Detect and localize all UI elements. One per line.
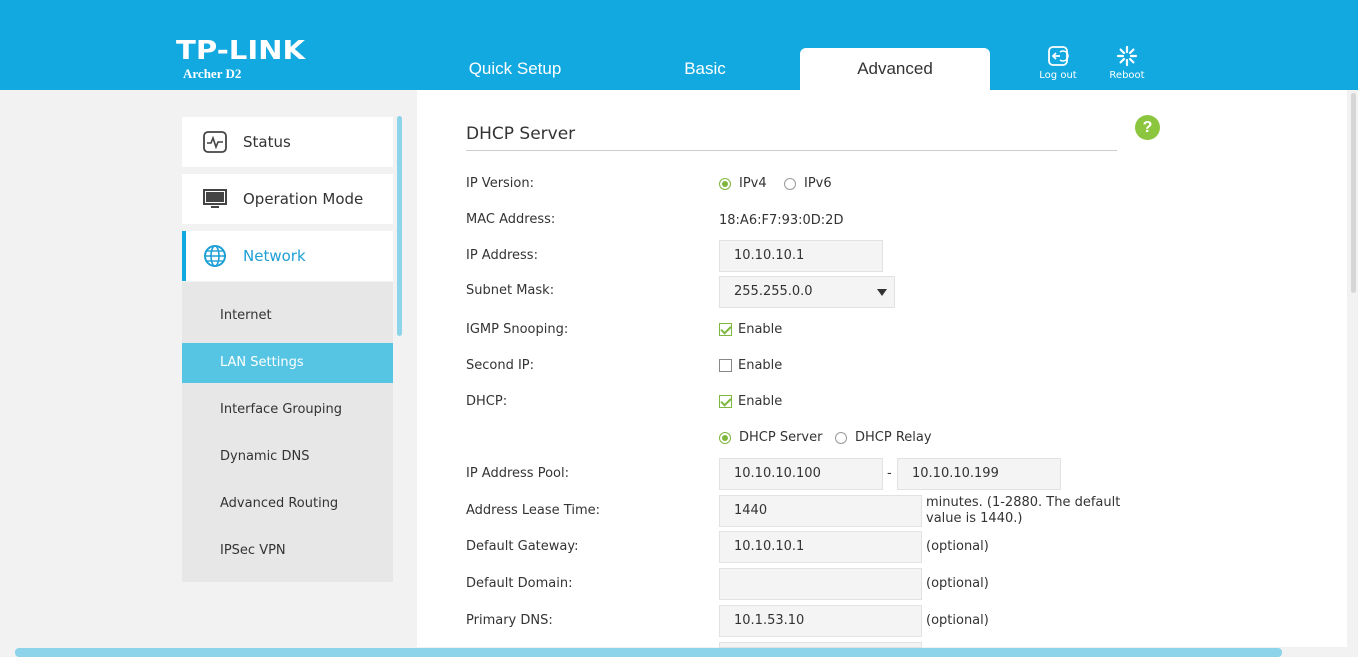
subnet-mask-label: Subnet Mask:	[466, 283, 555, 298]
reboot-button[interactable]: Reboot	[1097, 45, 1157, 81]
primary-dns-input[interactable]: 10.1.53.10	[719, 605, 922, 637]
subnav-item-dynamic-dns[interactable]: Dynamic DNS	[182, 437, 393, 477]
ip-pool-label: IP Address Pool:	[466, 466, 569, 481]
igmp-snooping-label: IGMP Snooping:	[466, 322, 569, 337]
logout-button[interactable]: Log out	[1028, 45, 1088, 81]
second-ip-enable-label: Enable	[738, 358, 783, 373]
ipv4-radio[interactable]	[719, 178, 731, 190]
ip-pool-start-input[interactable]: 10.10.10.100	[719, 458, 883, 490]
mac-address-label: MAC Address:	[466, 212, 556, 227]
dhcp-label: DHCP:	[466, 394, 508, 409]
model-name: Archer D2	[183, 66, 242, 81]
main-panel	[417, 90, 1347, 647]
chevron-down-icon	[877, 289, 887, 296]
second-ip-label: Second IP:	[466, 358, 535, 373]
primary-dns-label: Primary DNS:	[466, 613, 553, 628]
igmp-enable-label: Enable	[738, 322, 783, 337]
ipv6-radio[interactable]	[784, 178, 796, 190]
subnet-mask-select[interactable]: 255.255.0.0	[719, 276, 895, 308]
ip-address-label: IP Address:	[466, 248, 538, 263]
tab-advanced[interactable]: Advanced	[800, 48, 990, 90]
subnav-item-ipsec-vpn[interactable]: IPSec VPN	[182, 531, 393, 571]
tab-quick-setup[interactable]: Quick Setup	[420, 48, 610, 90]
sidebar-item-network[interactable]: Network	[182, 231, 393, 281]
sidebar-item-label: Network	[243, 247, 306, 265]
help-icon[interactable]: ?	[1135, 115, 1160, 140]
globe-icon	[203, 244, 227, 268]
ipv4-label: IPv4	[739, 176, 767, 191]
lease-time-label: Address Lease Time:	[466, 503, 600, 518]
ipv6-label: IPv6	[804, 176, 832, 191]
tab-basic[interactable]: Basic	[610, 48, 800, 90]
lease-time-note-1: minutes. (1-2880. The default	[926, 495, 1121, 510]
ip-pool-dash: -	[887, 466, 892, 481]
default-gateway-input[interactable]: 10.10.10.1	[719, 531, 922, 563]
sidebar-item-label: Status	[243, 133, 291, 151]
second-ip-checkbox[interactable]	[719, 359, 732, 372]
title-divider	[466, 150, 1117, 151]
ip-address-input[interactable]: 10.10.10.1	[719, 240, 883, 272]
subnav-item-internet[interactable]: Internet	[182, 296, 393, 336]
domain-optional-label: (optional)	[926, 576, 989, 591]
sidebar-item-status[interactable]: Status	[182, 117, 393, 167]
subnav-item-interface-grouping[interactable]: Interface Grouping	[182, 390, 393, 430]
sidebar-item-label: Operation Mode	[243, 190, 364, 208]
status-icon	[203, 130, 227, 154]
logout-icon	[1048, 46, 1069, 66]
dhcp-relay-label: DHCP Relay	[855, 430, 932, 445]
horizontal-scrollbar[interactable]	[15, 648, 1282, 657]
ip-pool-end-input[interactable]: 10.10.10.199	[897, 458, 1061, 490]
dhcp-server-radio[interactable]	[719, 432, 731, 444]
mac-address-value: 18:A6:F7:93:0D:2D	[719, 213, 844, 228]
reboot-label: Reboot	[1109, 70, 1145, 81]
gateway-optional-label: (optional)	[926, 539, 989, 554]
subnav-item-lan-settings[interactable]: LAN Settings	[182, 343, 393, 383]
tp-link-logo: TP-LINK	[176, 36, 306, 66]
default-gateway-label: Default Gateway:	[466, 539, 579, 554]
default-domain-input[interactable]	[719, 568, 922, 600]
sidebar-item-operation-mode[interactable]: Operation Mode	[182, 174, 393, 224]
dhcp-checkbox[interactable]	[719, 395, 732, 408]
network-subnav: Internet LAN Settings Interface Grouping…	[182, 282, 393, 582]
default-domain-label: Default Domain:	[466, 576, 573, 591]
dhcp-enable-label: Enable	[738, 394, 783, 409]
main-scrollbar[interactable]	[1351, 93, 1356, 293]
ip-version-label: IP Version:	[466, 176, 534, 191]
monitor-icon	[203, 187, 227, 211]
sidebar-scrollbar[interactable]	[397, 116, 402, 336]
subnav-item-advanced-routing[interactable]: Advanced Routing	[182, 484, 393, 524]
reboot-icon	[1116, 45, 1138, 67]
igmp-snooping-checkbox[interactable]	[719, 323, 732, 336]
dhcp-relay-radio[interactable]	[835, 432, 847, 444]
dhcp-server-label: DHCP Server	[739, 430, 823, 445]
page-title: DHCP Server	[466, 124, 576, 144]
lease-time-note-2: value is 1440.)	[926, 511, 1023, 526]
logout-label: Log out	[1039, 70, 1077, 81]
dns-optional-label: (optional)	[926, 613, 989, 628]
lease-time-input[interactable]: 1440	[719, 495, 922, 527]
